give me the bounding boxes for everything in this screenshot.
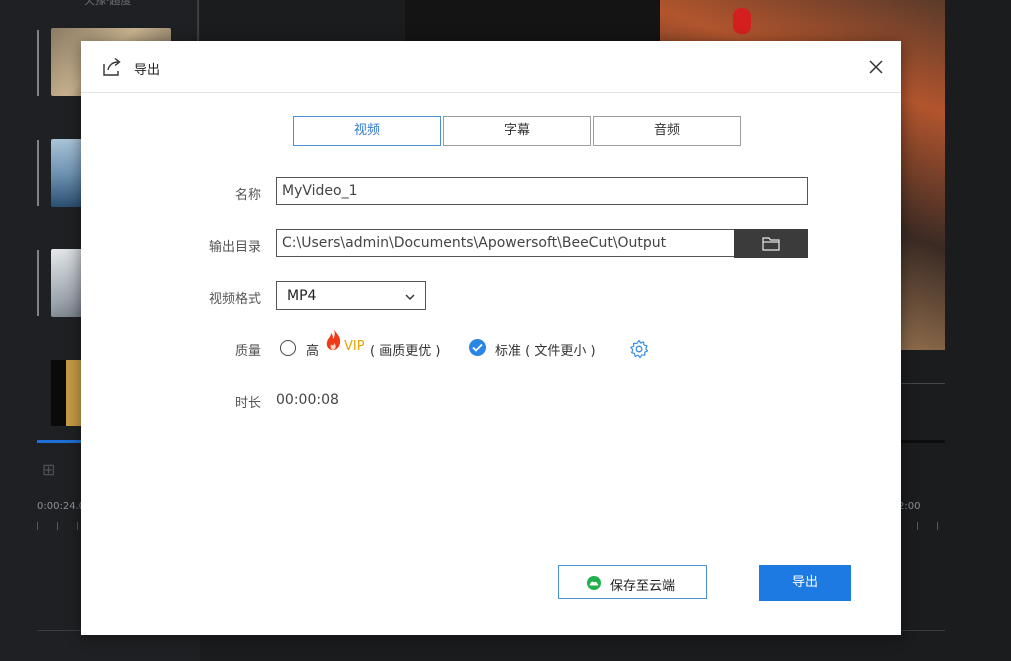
quality-standard-radio[interactable] (469, 339, 486, 356)
duration-label: 时长 (234, 396, 261, 411)
export-dialog: 导出 视频 字幕 音频 名称 输出目录 视频格式 MP4 质量 高 VIP ( … (81, 41, 901, 635)
chevron-down-icon (405, 294, 415, 300)
fire-icon (326, 329, 341, 350)
preview-lantern (733, 8, 751, 34)
clip-marker (37, 250, 39, 316)
tab-subtitle[interactable]: 字幕 (443, 116, 591, 146)
divider (900, 383, 945, 384)
export-icon (103, 57, 121, 76)
export-button[interactable]: 导出 (759, 565, 851, 601)
format-label: 视频格式 (208, 292, 261, 307)
output-dir-label: 输出目录 (208, 240, 261, 255)
quality-high-label: 高 (306, 344, 320, 359)
quality-standard-label: 标准 ( 文件更小 ) (495, 344, 596, 359)
save-to-cloud-button[interactable]: 保存至云端 (558, 565, 707, 599)
tab-audio[interactable]: 音频 (593, 116, 741, 146)
name-label: 名称 (234, 188, 261, 203)
tab-video[interactable]: 视频 (293, 116, 441, 146)
check-icon (472, 343, 483, 352)
save-to-cloud-label: 保存至云端 (610, 579, 676, 594)
quality-label: 质量 (234, 344, 261, 359)
bg-top-label: 天豫·超度 (84, 0, 132, 7)
quality-high-radio[interactable] (280, 340, 296, 356)
timeline-time-left: 0:00:24.0 (37, 501, 86, 512)
vip-badge: VIP (344, 339, 365, 354)
gear-icon[interactable] (629, 339, 649, 359)
quality-high-note: ( 画质更优 ) (370, 344, 441, 359)
format-select[interactable]: MP4 (276, 281, 426, 310)
grid-icon: ⊞ (42, 460, 56, 479)
folder-icon (762, 237, 780, 251)
duration-value: 00:00:08 (276, 392, 339, 408)
dialog-header: 导出 (81, 41, 901, 93)
cloud-icon (587, 576, 601, 590)
clip-marker (37, 140, 39, 206)
browse-folder-button[interactable] (734, 229, 808, 258)
dialog-title: 导出 (134, 63, 161, 78)
name-input[interactable] (276, 177, 808, 205)
timeline-time-right: 2:00 (898, 501, 921, 512)
close-icon[interactable] (865, 56, 887, 78)
output-dir-input[interactable] (276, 229, 736, 257)
format-value: MP4 (287, 288, 317, 304)
clip-marker (37, 30, 39, 96)
